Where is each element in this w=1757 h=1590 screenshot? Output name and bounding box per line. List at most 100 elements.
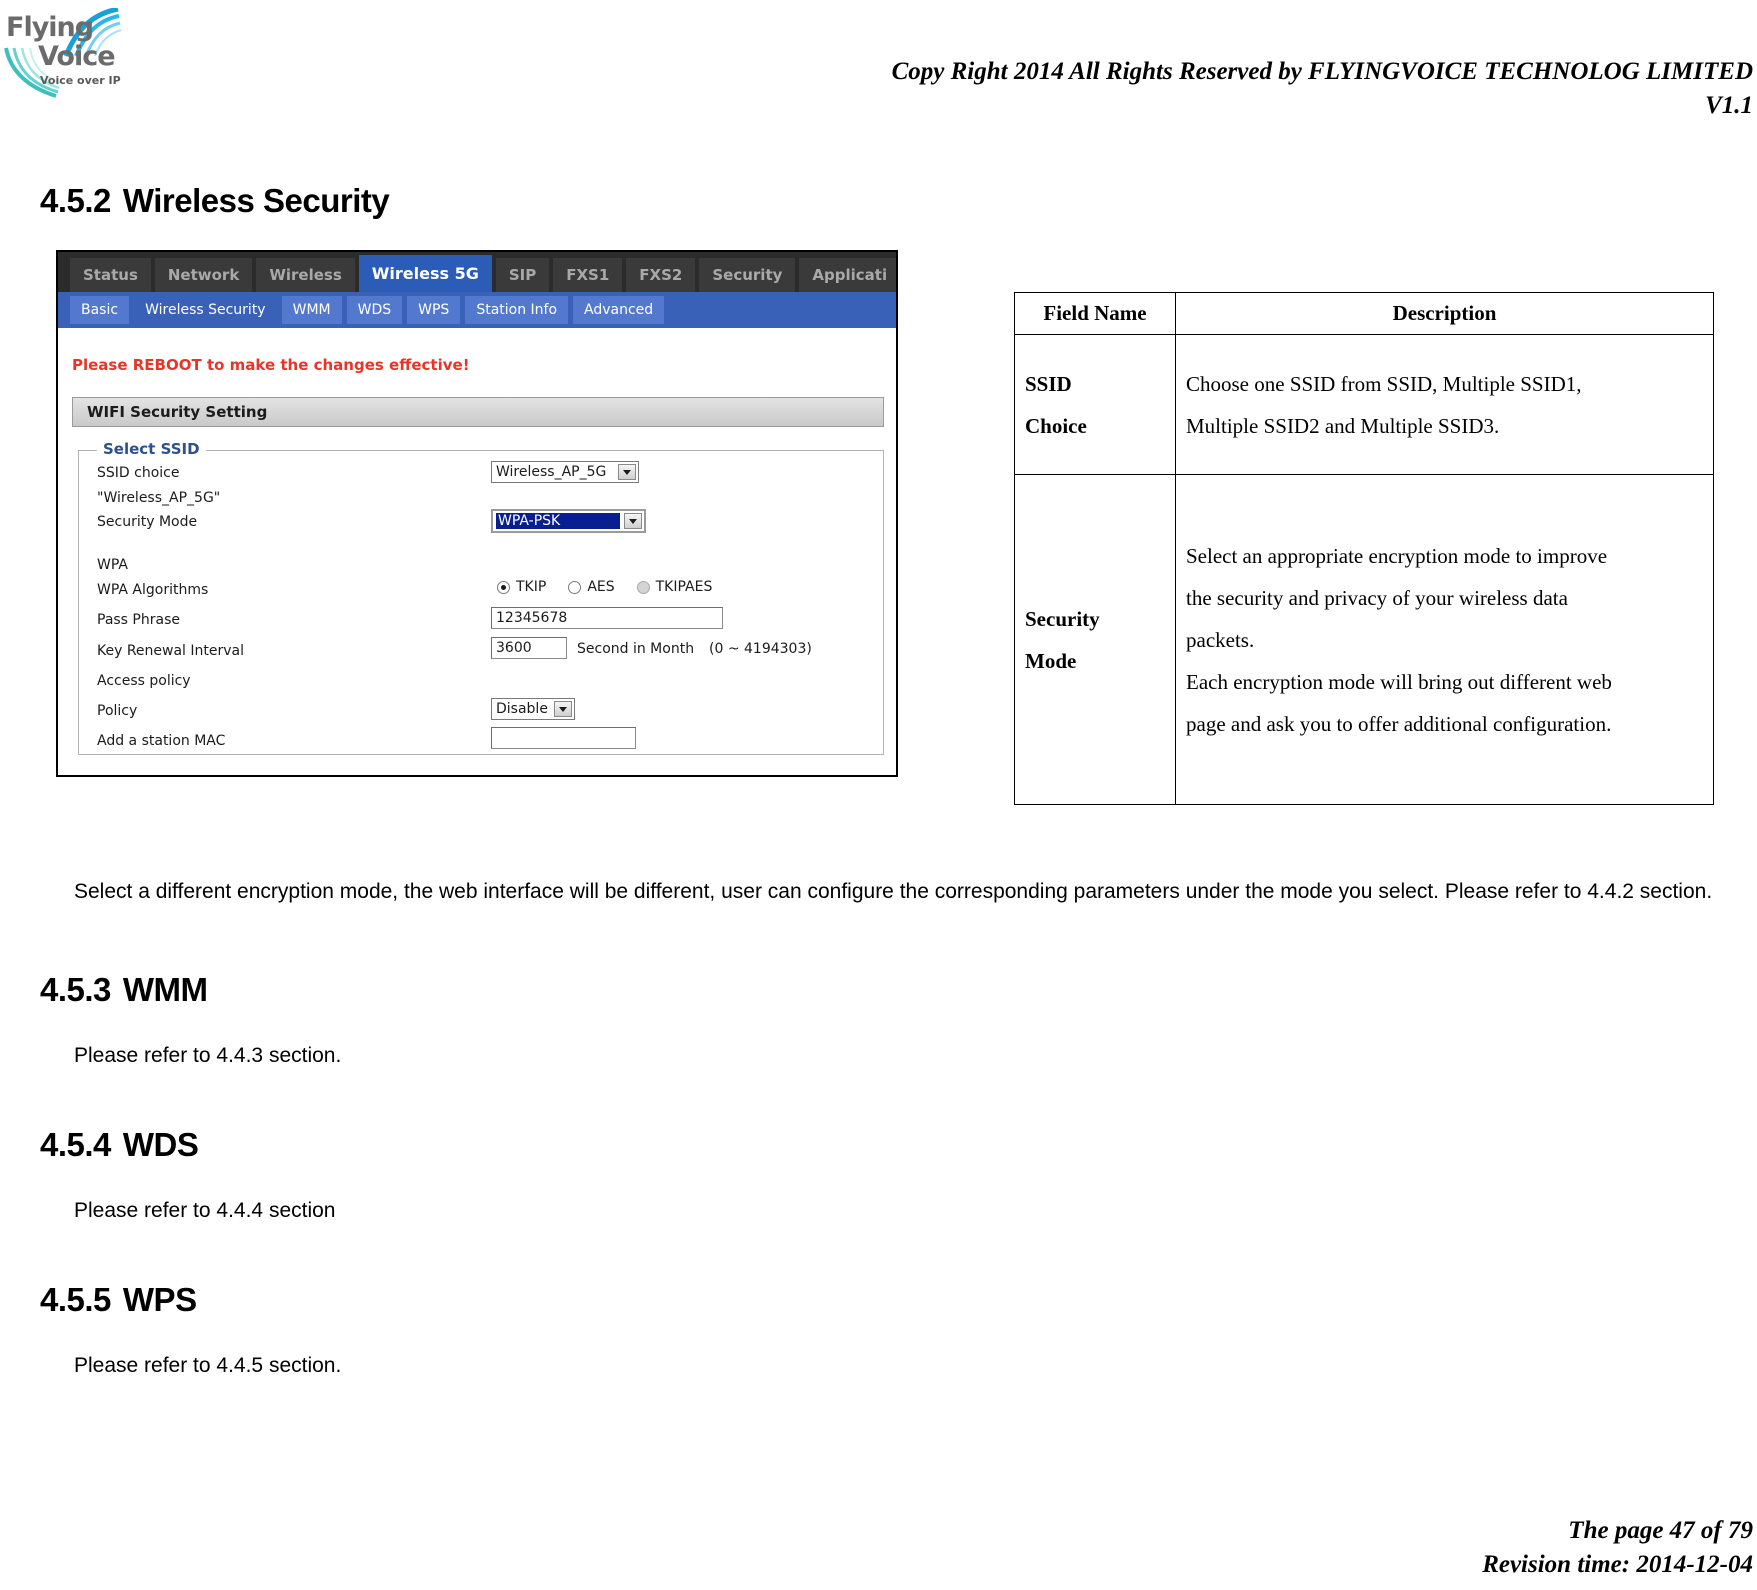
add-station-mac-input[interactable]	[491, 727, 636, 749]
version-line: V1.1	[1705, 92, 1753, 119]
body-454: Please refer to 4.4.4 section	[74, 1199, 336, 1222]
logo-text-voice: Voice	[38, 41, 116, 72]
field-name-line: Security	[1025, 606, 1100, 631]
radio-tkipaes[interactable]: TKIPAES	[636, 579, 713, 595]
label-key-renewal-interval: Key Renewal Interval	[97, 643, 245, 659]
label-wpa-group: WPA	[97, 557, 128, 573]
subtab-station-info[interactable]: Station Info	[465, 296, 569, 324]
label-access-policy: Access policy	[97, 673, 191, 689]
radio-unchecked-icon	[568, 580, 582, 594]
fieldset-legend-select-ssid: Select SSID	[97, 440, 206, 458]
tab-wireless-5g[interactable]: Wireless 5G	[358, 255, 492, 292]
tab-sip[interactable]: SIP	[495, 258, 550, 292]
logo-tagline: Voice over IP	[40, 74, 121, 87]
th-description: Description	[1175, 292, 1714, 335]
cell-field-ssid-choice: SSID Choice	[1014, 334, 1176, 475]
field-name-line: SSID	[1025, 371, 1072, 396]
cell-description-ssid-choice: Choose one SSID from SSID, Multiple SSID…	[1175, 334, 1714, 475]
section-number-452: 4.5.2	[40, 182, 111, 219]
radio-tkip-label: TKIP	[516, 579, 547, 595]
label-ssid-choice: SSID choice	[97, 465, 180, 481]
router-ui-screenshot: Status Network Wireless Wireless 5G SIP …	[56, 250, 898, 777]
subtab-wps[interactable]: WPS	[407, 296, 461, 324]
table-row: Security Mode Select an appropriate encr…	[1014, 474, 1714, 805]
page-title-453: 4.5.3 WMM	[40, 971, 208, 1009]
field-name-line: Choice	[1025, 413, 1087, 438]
subtab-basic[interactable]: Basic	[70, 296, 130, 324]
main-tabbar: Status Network Wireless Wireless 5G SIP …	[58, 252, 896, 292]
subtab-wmm[interactable]: WMM	[281, 296, 342, 324]
security-mode-select[interactable]: WPA-PSK	[491, 509, 646, 533]
footer-revision: Revision time: 2014-12-04	[1482, 1551, 1753, 1578]
key-renewal-unit-label: Second in Month	[577, 641, 695, 657]
label-pass-phrase: Pass Phrase	[97, 612, 180, 628]
tab-application[interactable]: Applicati	[799, 258, 896, 292]
table-header-row: Field Name Description	[1014, 292, 1714, 335]
cell-description-security-mode: Select an appropriate encryption mode to…	[1175, 474, 1714, 805]
tab-security[interactable]: Security	[699, 258, 796, 292]
section-number-453: 4.5.3	[40, 971, 111, 1008]
subtab-wds[interactable]: WDS	[346, 296, 403, 324]
section-label-453: WMM	[122, 971, 208, 1008]
description-line: Each encryption mode will bring out diff…	[1186, 669, 1612, 694]
section-label-454: WDS	[122, 1126, 199, 1163]
ssid-choice-value: Wireless_AP_5G	[496, 464, 607, 480]
label-wpa-algorithms: WPA Algorithms	[97, 582, 209, 598]
label-policy: Policy	[97, 703, 138, 719]
policy-select[interactable]: Disable	[491, 698, 575, 720]
section-number-455: 4.5.5	[40, 1281, 111, 1318]
radio-tkipaes-label: TKIPAES	[655, 579, 713, 595]
footer-page-number: The page 47 of 79	[1568, 1517, 1753, 1544]
tab-wireless[interactable]: Wireless	[256, 258, 355, 292]
label-ssid-name: "Wireless_AP_5G"	[97, 490, 221, 506]
radio-checked-icon	[497, 580, 510, 594]
key-renewal-range-label: (0 ~ 4194303)	[709, 641, 812, 657]
description-line: Choose one SSID from SSID, Multiple SSID…	[1186, 371, 1582, 396]
description-line: the security and privacy of your wireles…	[1186, 585, 1568, 610]
radio-aes-label: AES	[587, 579, 615, 595]
section-label-452: Wireless Security	[122, 182, 390, 219]
tab-network[interactable]: Network	[154, 258, 253, 292]
tab-fxs2[interactable]: FXS2	[626, 258, 696, 292]
page-title-455: 4.5.5 WPS	[40, 1281, 197, 1319]
select-ssid-fieldset: Select SSID SSID choice Wireless_AP_5G "…	[78, 440, 884, 755]
key-renewal-interval-input[interactable]: 3600	[491, 637, 567, 659]
section-number-454: 4.5.4	[40, 1126, 111, 1163]
security-mode-value: WPA-PSK	[495, 512, 621, 530]
wpa-algorithms-radio-group: TKIP AES TKIPAES	[497, 579, 734, 595]
subtab-advanced[interactable]: Advanced	[573, 296, 665, 324]
flyingvoice-logo: Flying Voice Voice over IP	[4, 8, 124, 100]
panel-title-wifi-security-setting: WIFI Security Setting	[72, 397, 884, 427]
chevron-down-icon	[618, 464, 636, 480]
label-add-station-mac: Add a station MAC	[97, 733, 226, 749]
body-453: Please refer to 4.4.3 section.	[74, 1044, 342, 1067]
header-copyright-block: Copy Right 2014 All Rights Reserved by F…	[892, 55, 1753, 123]
copyright-line: Copy Right 2014 All Rights Reserved by F…	[891, 58, 1753, 85]
tab-status[interactable]: Status	[70, 258, 151, 292]
description-line: page and ask you to offer additional con…	[1186, 711, 1612, 736]
subtab-wireless-security[interactable]: Wireless Security	[134, 296, 277, 324]
page-header: Flying Voice Voice over IP Copy Right 20…	[0, 0, 1757, 150]
radio-disabled-icon	[636, 580, 650, 594]
section-label-455: WPS	[122, 1281, 197, 1318]
ssid-choice-select[interactable]: Wireless_AP_5G	[491, 461, 639, 483]
radio-aes[interactable]: AES	[568, 579, 615, 595]
page-title-452: 4.5.2 Wireless Security	[40, 182, 390, 220]
sub-tabbar: Basic Wireless Security WMM WDS WPS Stat…	[58, 292, 896, 328]
logo-text-flying: Flying	[6, 12, 94, 43]
chevron-down-icon	[554, 701, 572, 717]
field-name-line: Mode	[1025, 648, 1077, 673]
cell-field-security-mode: Security Mode	[1014, 474, 1176, 805]
description-line: packets.	[1186, 627, 1255, 652]
note-paragraph: Select a different encryption mode, the …	[74, 880, 1713, 903]
th-field-name: Field Name	[1014, 292, 1176, 335]
tab-fxs1[interactable]: FXS1	[553, 258, 623, 292]
radio-tkip[interactable]: TKIP	[497, 579, 546, 595]
policy-value: Disable	[496, 701, 548, 717]
chevron-down-icon	[624, 513, 642, 529]
description-line: Select an appropriate encryption mode to…	[1186, 543, 1608, 568]
reboot-alert-message: Please REBOOT to make the changes effect…	[72, 356, 470, 374]
pass-phrase-input[interactable]: 12345678	[491, 607, 723, 629]
page-title-454: 4.5.4 WDS	[40, 1126, 199, 1164]
description-line: Multiple SSID2 and Multiple SSID3.	[1186, 413, 1500, 438]
